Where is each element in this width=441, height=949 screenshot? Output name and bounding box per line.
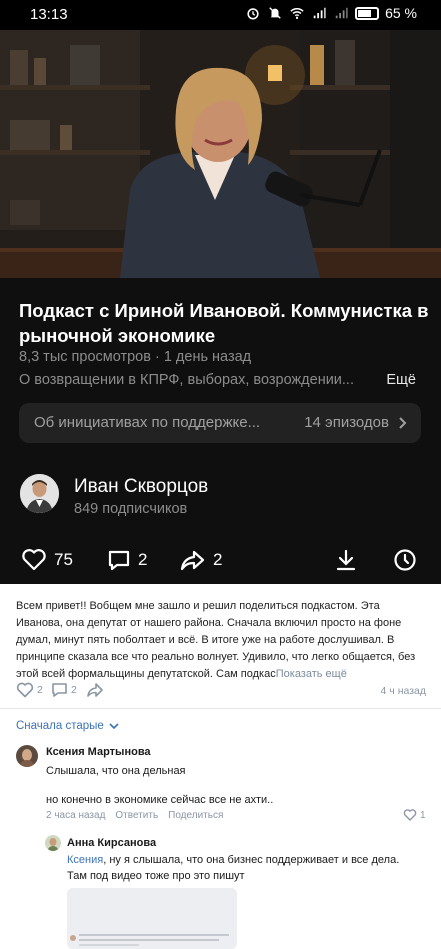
reply-mention-link[interactable]: Ксения xyxy=(67,854,103,866)
playlist-card[interactable]: Об инициативах по поддержке... 14 эпизод… xyxy=(19,403,421,443)
author-subscribers: 849 подписчиков xyxy=(74,501,188,517)
description-more-button[interactable]: Ещё xyxy=(386,372,416,388)
mute-bell-icon xyxy=(269,7,281,19)
share-icon xyxy=(87,683,103,697)
video-description[interactable]: О возвращении в КПРФ, выборах, возрожден… xyxy=(19,372,389,388)
status-time: 13:13 xyxy=(30,6,68,23)
avatar-photo xyxy=(16,745,38,767)
post-body: Всем привет!! Вобщем мне зашло и решил п… xyxy=(16,600,416,680)
avatar-photo xyxy=(20,474,59,513)
author-name[interactable]: Иван Скворцов xyxy=(74,476,208,498)
comment-author[interactable]: Ксения Мартынова xyxy=(46,746,151,758)
post-comment-button[interactable]: 2 xyxy=(51,682,77,698)
post-like-button[interactable]: 2 xyxy=(16,682,43,698)
post-comment-count: 2 xyxy=(71,684,77,696)
heart-icon xyxy=(403,809,417,821)
watch-later-button[interactable] xyxy=(393,548,417,572)
reply-button[interactable]: Ответить xyxy=(115,810,158,821)
signal-2-icon xyxy=(335,7,348,19)
video-meta: 8,3 тыс просмотров · 1 день назад xyxy=(19,349,251,365)
reply-text-line-1: Ксения, ну я слышала, что она бизнес под… xyxy=(67,852,399,868)
reply-text-rest: , ну я слышала, что она бизнес поддержив… xyxy=(103,854,400,866)
like-button[interactable]: 75 xyxy=(21,548,73,572)
comment-meta: 2 часа назад Ответить Поделиться xyxy=(46,810,223,821)
comment-share-button[interactable]: Поделиться xyxy=(168,810,223,821)
chevron-right-icon xyxy=(399,417,407,429)
reply-image-attachment[interactable] xyxy=(67,888,237,949)
video-age: 1 день назад xyxy=(163,349,252,365)
download-icon xyxy=(336,549,356,571)
share-icon xyxy=(180,550,205,571)
video-info-panel: Подкаст с Ириной Ивановой. Коммунистка в… xyxy=(0,278,441,584)
comment-sort-dropdown[interactable]: Сначала старые xyxy=(16,720,119,732)
divider xyxy=(0,708,441,709)
show-more-link[interactable]: Показать ещё xyxy=(276,668,347,680)
post-actions: 2 2 4 ч назад xyxy=(16,682,426,700)
video-frame-image xyxy=(0,30,441,278)
playlist-episode-count: 14 эпизодов xyxy=(304,414,389,431)
heart-icon xyxy=(16,682,34,698)
comment-count: 2 xyxy=(138,550,148,569)
comment-icon xyxy=(108,550,130,571)
comment-button[interactable]: 2 xyxy=(107,548,147,572)
comment-like-count: 1 xyxy=(420,809,426,821)
post-text: Всем привет!! Вобщем мне зашло и решил п… xyxy=(16,598,421,683)
post-like-count: 2 xyxy=(37,684,43,696)
battery-percent: 65 % xyxy=(385,5,417,21)
comment-text-line-1: Слышала, что она дельная xyxy=(46,765,186,777)
avatar-photo xyxy=(45,835,61,851)
playlist-title: Об инициативах по поддержке... xyxy=(34,414,261,431)
alarm-icon xyxy=(247,8,259,20)
reply-text-line-2: Там под видео тоже про это пишут xyxy=(67,870,245,882)
author-avatar[interactable] xyxy=(20,474,59,513)
chevron-down-icon xyxy=(109,723,119,730)
like-count: 75 xyxy=(54,550,73,569)
comment-text-line-2: но конечно в экономике сейчас все не ахт… xyxy=(46,794,274,806)
comment-icon xyxy=(52,683,67,697)
sort-label: Сначала старые xyxy=(16,720,104,732)
post-share-button[interactable] xyxy=(86,682,104,698)
clock-icon xyxy=(394,549,416,571)
reply-avatar[interactable] xyxy=(45,835,61,851)
download-button[interactable] xyxy=(334,548,358,572)
reply-author[interactable]: Анна Кирсанова xyxy=(67,837,156,849)
heart-icon xyxy=(22,549,46,571)
comment-like-button[interactable]: 1 xyxy=(403,809,426,821)
status-icons: 65 % xyxy=(245,5,417,21)
battery-icon xyxy=(355,6,380,20)
post-time: 4 ч назад xyxy=(380,685,426,697)
video-player[interactable] xyxy=(0,30,441,278)
status-bar: 13:13 65 % xyxy=(0,0,441,30)
video-actions-bar: 75 2 2 xyxy=(0,548,441,578)
post-section: Всем привет!! Вобщем мне зашло и решил п… xyxy=(0,584,441,949)
share-count: 2 xyxy=(213,550,223,569)
signal-icon xyxy=(313,7,326,19)
wifi-icon xyxy=(290,8,304,19)
video-title: Подкаст с Ириной Ивановой. Коммунистка в… xyxy=(19,300,429,346)
screenshot-thumbnail xyxy=(67,888,237,949)
comment-time: 2 часа назад xyxy=(46,810,106,821)
share-button[interactable]: 2 xyxy=(180,548,222,572)
meta-separator: · xyxy=(150,349,164,365)
comment-avatar[interactable] xyxy=(16,745,38,767)
video-views: 8,3 тыс просмотров xyxy=(19,349,151,365)
